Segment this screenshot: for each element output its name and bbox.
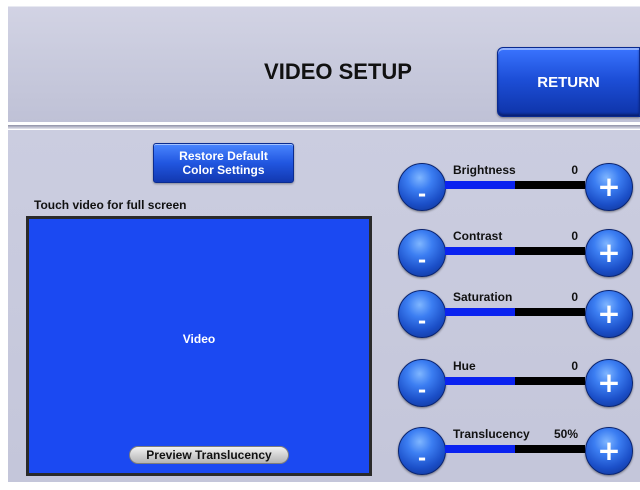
contrast-slider-fill — [445, 247, 515, 255]
contrast-decrease-button[interactable]: - — [398, 229, 446, 277]
translucency-value: 50% — [553, 427, 578, 441]
adjustment-hue: - Hue 0 + — [398, 359, 640, 413]
plus-icon: + — [597, 236, 621, 269]
saturation-increase-button[interactable]: + — [585, 290, 633, 338]
hue-slider[interactable] — [445, 377, 585, 385]
contrast-increase-button[interactable]: + — [585, 229, 633, 277]
minus-icon: - — [417, 378, 427, 402]
translucency-decrease-button[interactable]: - — [398, 427, 446, 475]
adjustment-brightness: - Brightness 0 + — [398, 163, 640, 217]
plus-icon: + — [597, 297, 621, 330]
hue-label: Hue — [453, 359, 476, 373]
contrast-label: Contrast — [453, 229, 503, 243]
translucency-slider[interactable] — [445, 445, 585, 453]
hue-increase-button[interactable]: + — [585, 359, 633, 407]
saturation-slider-fill — [445, 308, 515, 316]
restore-button-label-line1: Restore Default — [179, 149, 268, 163]
brightness-value: 0 — [571, 163, 578, 177]
saturation-label: Saturation — [453, 290, 513, 304]
hue-value: 0 — [571, 359, 578, 373]
video-frame: Video Preview Translucency — [26, 216, 372, 476]
minus-icon: - — [417, 182, 427, 206]
minus-icon: - — [417, 309, 427, 333]
header-divider — [8, 125, 640, 129]
hue-decrease-button[interactable]: - — [398, 359, 446, 407]
hue-slider-fill — [445, 377, 515, 385]
minus-icon: - — [417, 248, 427, 272]
brightness-label: Brightness — [453, 163, 516, 177]
brightness-slider[interactable] — [445, 181, 585, 189]
preview-translucency-button[interactable]: Preview Translucency — [129, 446, 289, 464]
brightness-decrease-button[interactable]: - — [398, 163, 446, 211]
restore-default-color-settings-button[interactable]: Restore Default Color Settings — [153, 143, 294, 183]
contrast-slider[interactable] — [445, 247, 585, 255]
video-preview[interactable]: Video Preview Translucency — [29, 219, 369, 473]
adjustment-contrast: - Contrast 0 + — [398, 229, 640, 283]
translucency-slider-fill — [445, 445, 515, 453]
plus-icon: + — [597, 170, 621, 203]
adjustment-translucency: - Translucency 50% + — [398, 427, 640, 481]
plus-icon: + — [597, 434, 621, 467]
plus-icon: + — [597, 366, 621, 399]
translucency-increase-button[interactable]: + — [585, 427, 633, 475]
brightness-increase-button[interactable]: + — [585, 163, 633, 211]
minus-icon: - — [417, 446, 427, 470]
restore-button-label-line2: Color Settings — [182, 163, 265, 177]
video-label: Video — [182, 332, 216, 346]
contrast-value: 0 — [571, 229, 578, 243]
saturation-value: 0 — [571, 290, 578, 304]
saturation-decrease-button[interactable]: - — [398, 290, 446, 338]
video-fullscreen-hint: Touch video for full screen — [34, 198, 187, 212]
translucency-label: Translucency — [453, 427, 530, 441]
brightness-slider-fill — [445, 181, 515, 189]
saturation-slider[interactable] — [445, 308, 585, 316]
video-setup-screen: VIDEO SETUP RETURN Restore Default Color… — [0, 0, 640, 490]
return-button[interactable]: RETURN — [497, 47, 640, 117]
adjustment-saturation: - Saturation 0 + — [398, 290, 640, 344]
